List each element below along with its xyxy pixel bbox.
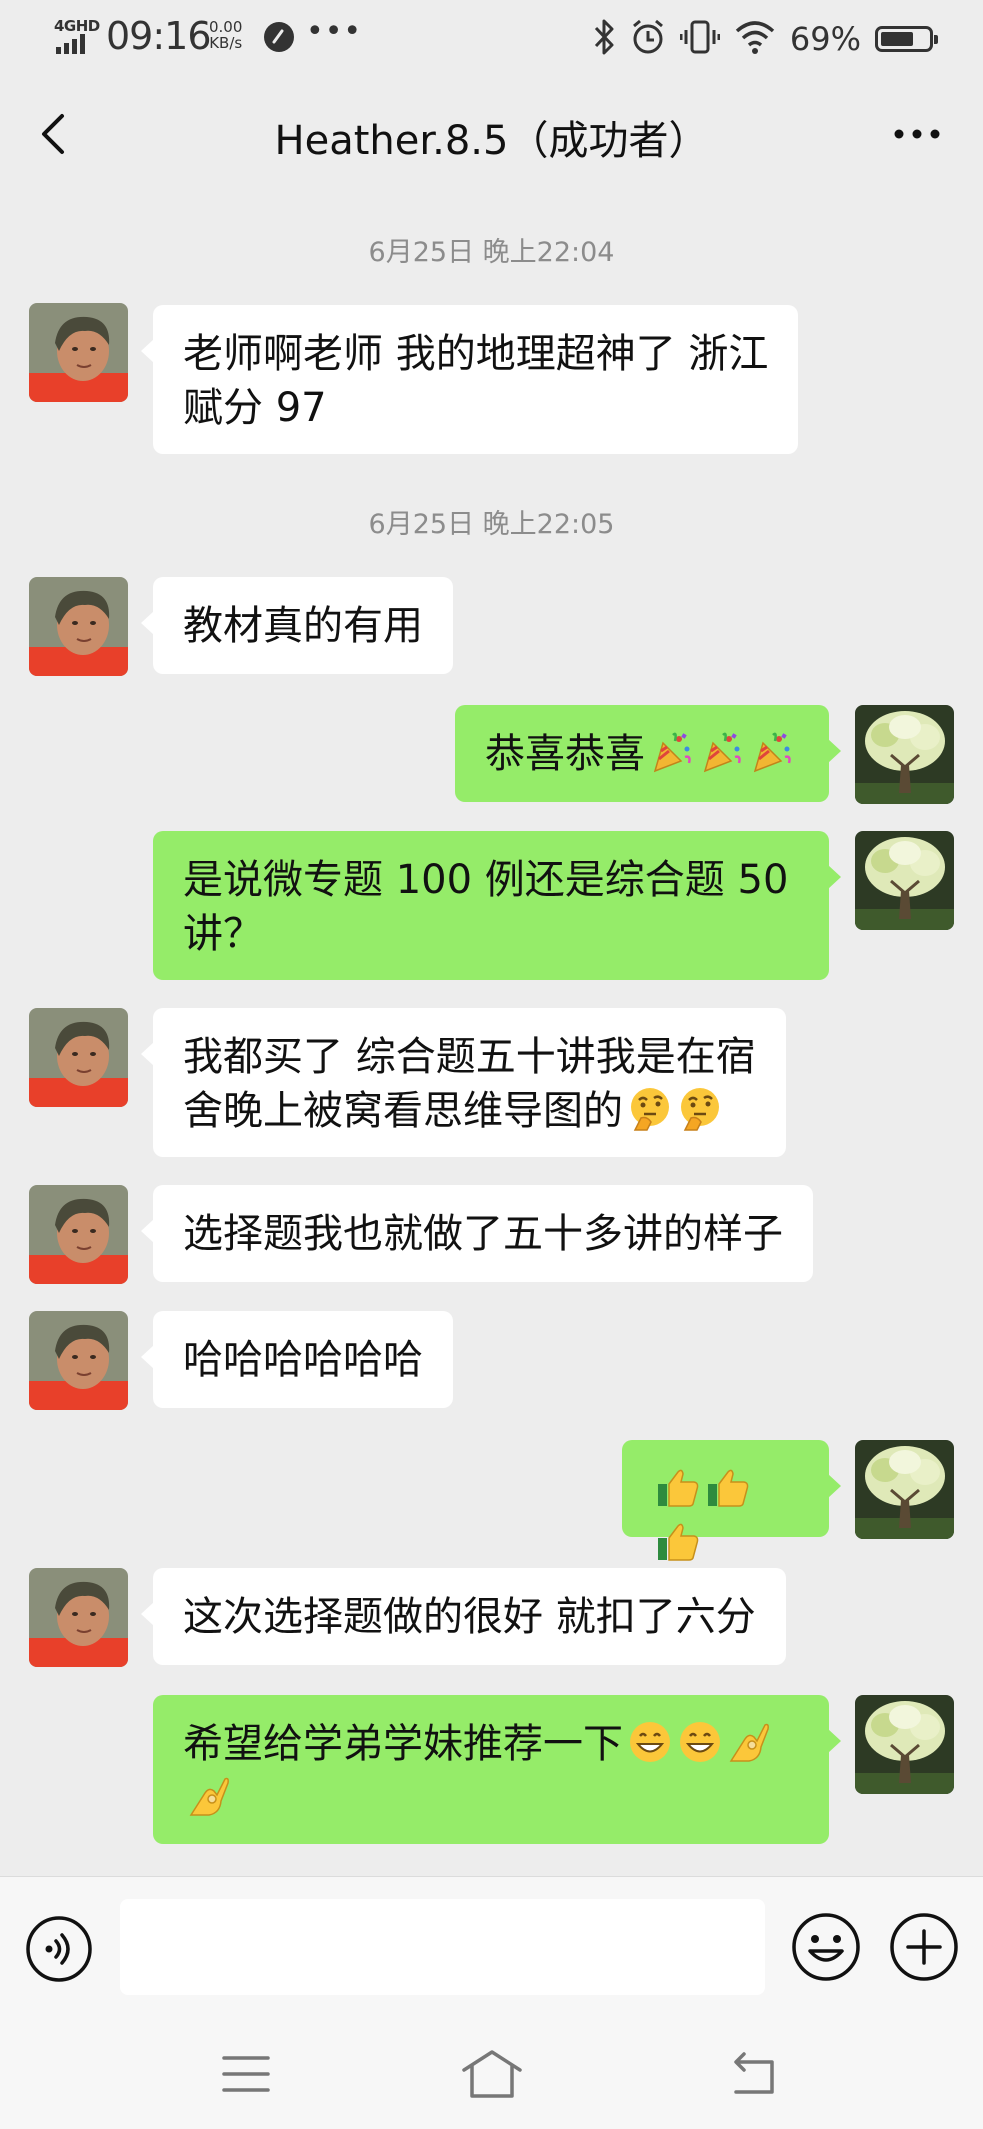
thumbs-up-emoji-icon [706, 1464, 752, 1510]
emoji-button[interactable] [790, 1911, 862, 1987]
emoji-icon [792, 1913, 860, 1981]
vibrate-icon [679, 18, 721, 60]
contact-avatar[interactable] [29, 1311, 128, 1410]
grinning-face-emoji-icon [627, 1719, 673, 1765]
network-type: 4GHD [54, 17, 100, 35]
input-bar [0, 1876, 983, 2021]
home-button[interactable] [458, 2046, 526, 2106]
my-message-bubble[interactable]: 是说微专题 100 例还是综合题 50 讲？ [153, 831, 841, 980]
more-button[interactable] [887, 106, 947, 162]
back-nav-button[interactable] [724, 2048, 780, 2104]
timestamp: 6月25日 晚上22:05 [368, 509, 615, 540]
contact-message-bubble[interactable]: 老师啊老师 我的地理超神了 浙江 赋分 97 [140, 305, 799, 454]
contact-avatar[interactable] [29, 1185, 128, 1284]
my-avatar[interactable] [855, 1440, 954, 1539]
message-text: 希望给学弟学妹推荐一下 [183, 1721, 623, 1767]
grinning-face-emoji-icon [677, 1719, 723, 1765]
message-text: 哈哈哈哈哈哈 [183, 1337, 423, 1383]
my-message-bubble[interactable] [622, 1440, 841, 1561]
chat-header: Heather.8.5（成功者） [0, 76, 983, 194]
home-icon [462, 2050, 522, 2098]
contact-message-bubble[interactable]: 我都买了 综合题五十讲我是在宿 舍晚上被窝看思维导图的 [141, 1008, 786, 1157]
message-input[interactable] [120, 1899, 765, 1995]
message-text: 是说微专题 100 例还是综合题 50 讲？ [183, 857, 789, 957]
system-nav-bar [0, 2020, 983, 2129]
contact-avatar[interactable] [29, 1008, 128, 1107]
battery-percent: 69% [789, 20, 861, 58]
back-icon [734, 2052, 774, 2094]
contact-message-bubble[interactable]: 教材真的有用 [141, 577, 453, 674]
menu-icon [222, 2056, 270, 2092]
my-avatar[interactable] [855, 1695, 954, 1794]
thinking-face-emoji-icon [677, 1086, 723, 1132]
alarm-icon [630, 18, 666, 60]
my-message-bubble[interactable]: 希望给学弟学妹推荐一下 [153, 1695, 841, 1844]
contact-message-bubble[interactable]: 这次选择题做的很好 就扣了六分 [141, 1568, 786, 1665]
ok-hand-emoji-icon [727, 1719, 773, 1765]
thumbs-up-emoji-icon [656, 1518, 702, 1564]
my-avatar[interactable] [855, 831, 954, 930]
message-text: 恭喜恭喜 [485, 731, 645, 777]
party-popper-emoji-icon [749, 729, 795, 775]
wifi-icon [734, 19, 776, 59]
plus-icon [890, 1913, 958, 1981]
my-avatar[interactable] [855, 705, 954, 804]
message-text: 选择题我也就做了五十多讲的样子 [183, 1211, 783, 1257]
battery-level [881, 32, 913, 46]
plus-button[interactable] [888, 1911, 960, 1987]
party-popper-emoji-icon [649, 729, 695, 775]
network-speed-unit: KB/s [209, 34, 243, 52]
timestamp: 6月25日 晚上22:04 [368, 237, 615, 268]
thinking-face-emoji-icon [627, 1086, 673, 1132]
menu-button[interactable] [220, 2050, 272, 2102]
status-right-group: 69% [592, 14, 938, 64]
message-text: 这次选择题做的很好 就扣了六分 [183, 1594, 756, 1640]
app-notification-icon [264, 22, 294, 52]
network-speed: 0.00 KB/s [209, 19, 242, 51]
status-bar: 4GHD 09:16 0.00 KB/s ••• 69% [0, 0, 983, 76]
more-dots-icon [894, 129, 940, 139]
contact-avatar[interactable] [29, 303, 128, 402]
message-text: 教材真的有用 [183, 603, 423, 649]
contact-message-bubble[interactable]: 哈哈哈哈哈哈 [141, 1311, 453, 1408]
battery-icon [875, 26, 938, 52]
voice-icon [26, 1916, 92, 1982]
chat-title: Heather.8.5（成功者） [274, 118, 709, 164]
bluetooth-icon [592, 18, 616, 60]
my-message-bubble[interactable]: 恭喜恭喜 [455, 705, 841, 802]
contact-avatar[interactable] [29, 1568, 128, 1667]
status-more: ••• [306, 14, 363, 49]
thumbs-up-emoji-icon [656, 1464, 702, 1510]
contact-message-bubble[interactable]: 选择题我也就做了五十多讲的样子 [141, 1185, 813, 1282]
party-popper-emoji-icon [699, 729, 745, 775]
ok-hand-emoji-icon [187, 1773, 233, 1819]
network-speed-value: 0.00 [209, 18, 243, 36]
contact-avatar[interactable] [29, 577, 128, 676]
signal-icon [56, 34, 94, 54]
voice-button[interactable] [24, 1914, 94, 1988]
message-text: 老师啊老师 我的地理超神了 浙江 赋分 97 [183, 331, 769, 431]
status-time: 09:16 [106, 14, 212, 58]
